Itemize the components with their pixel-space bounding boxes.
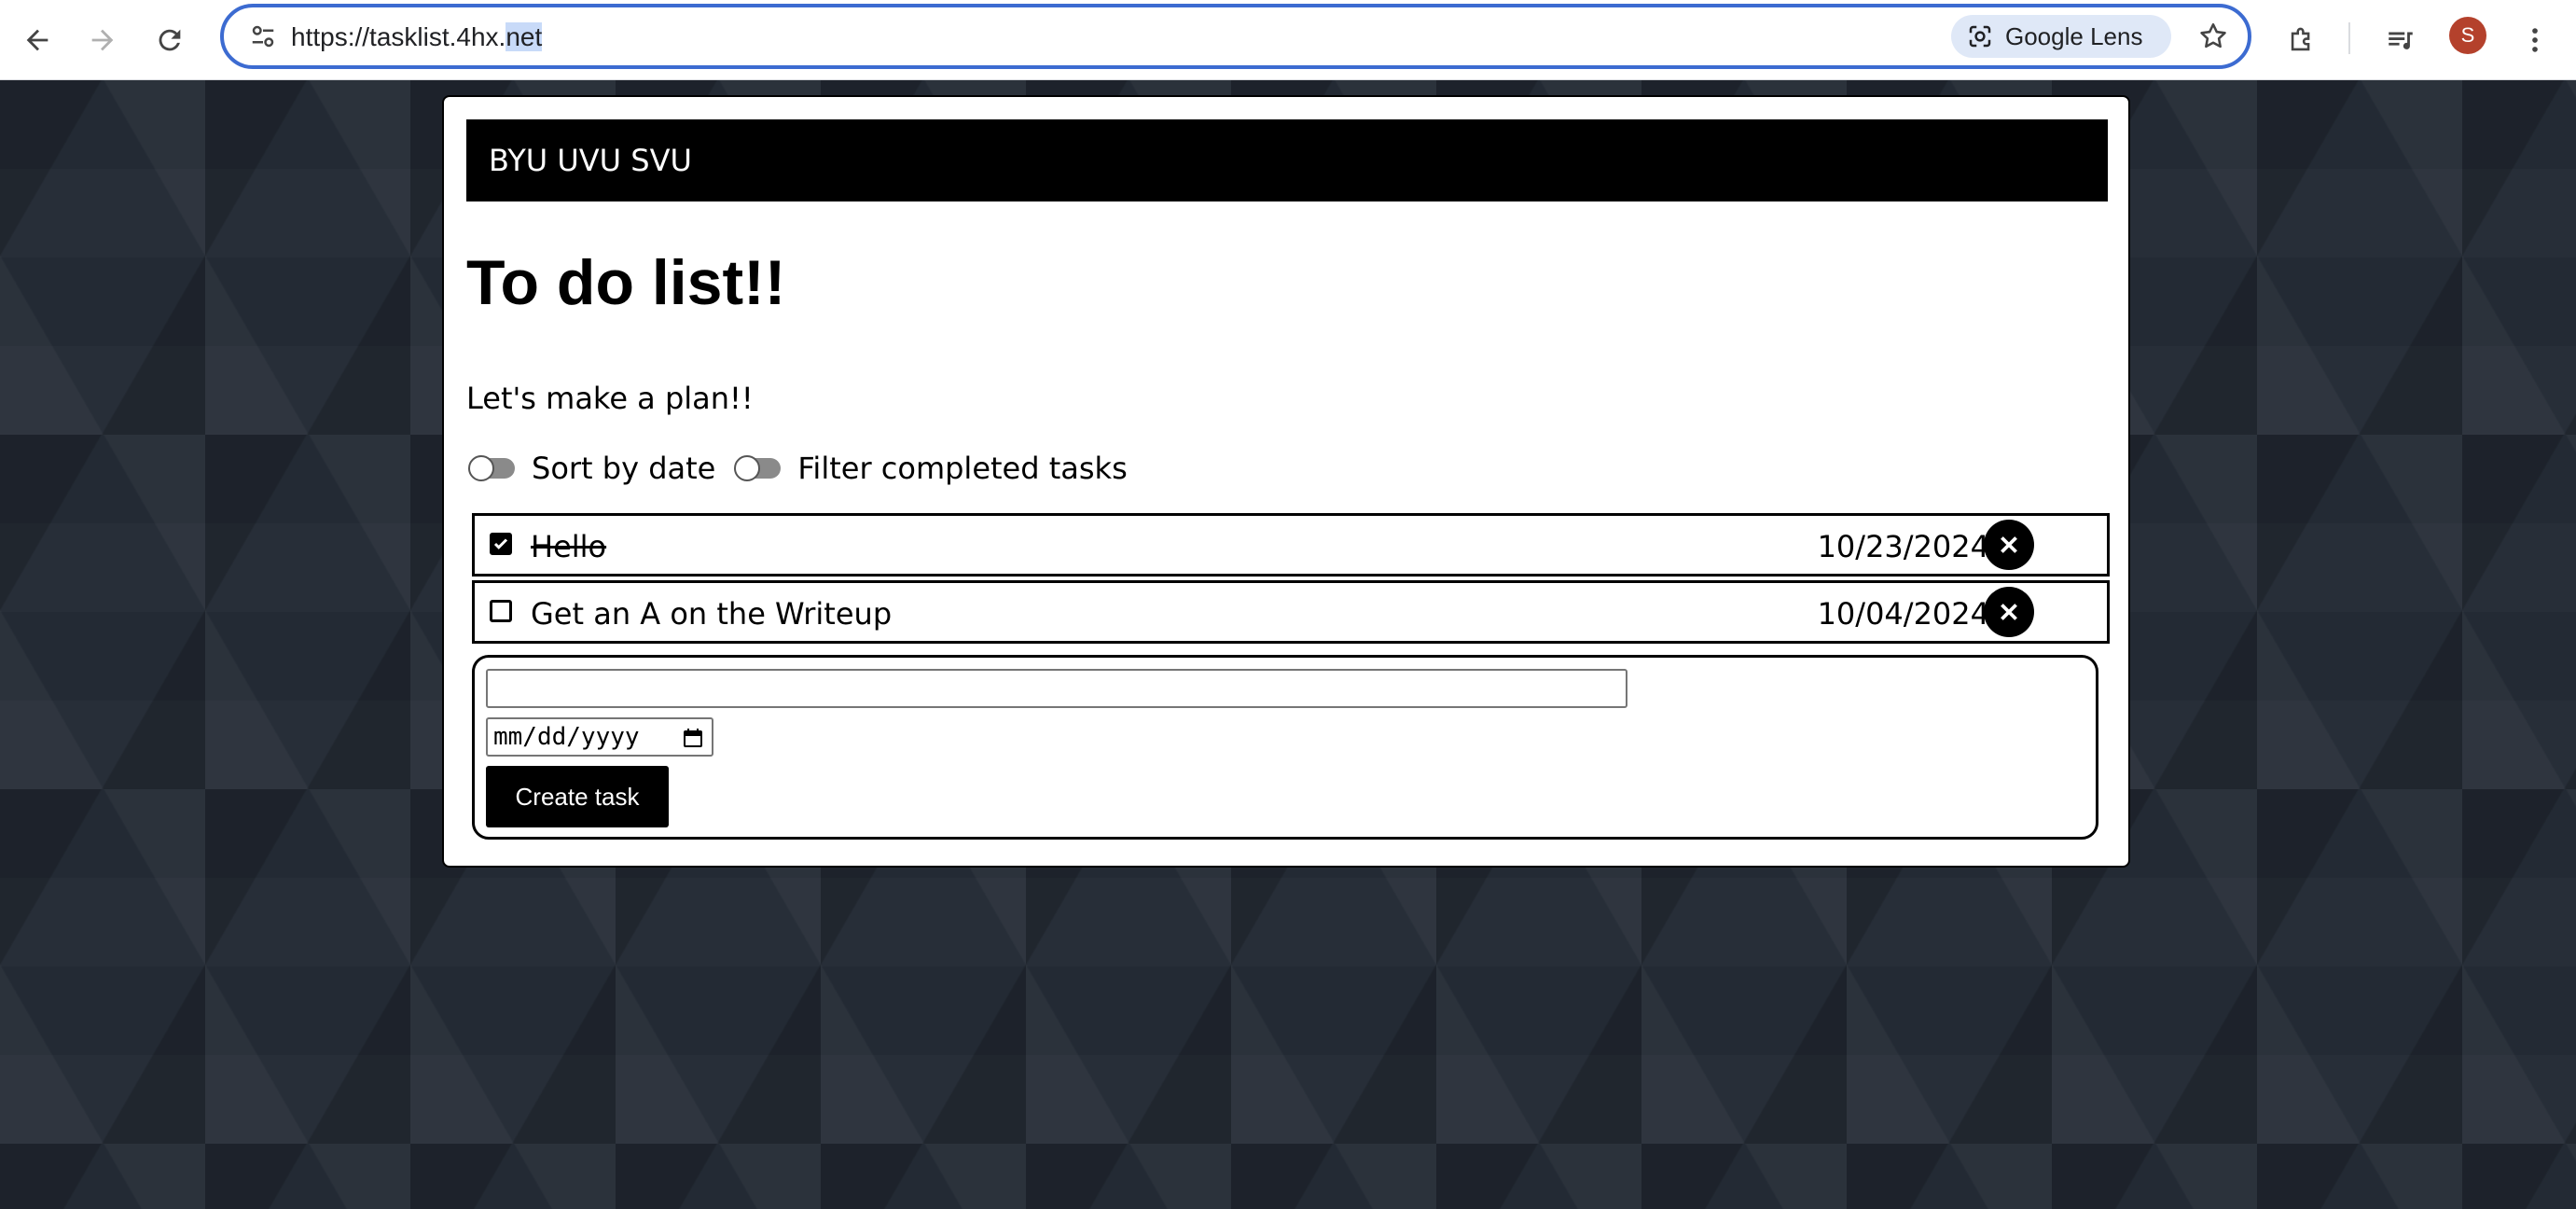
close-icon (2001, 536, 2017, 553)
task-date: 10/04/2024 (1817, 596, 1989, 632)
task-title: Hello (531, 529, 607, 564)
task-date: 10/23/2024 (1817, 529, 1989, 564)
sort-by-date-toggle[interactable] (468, 455, 515, 481)
site-info-icon (252, 25, 274, 48)
url-main: https://tasklist.4hx. (291, 22, 506, 51)
calendar-icon[interactable] (682, 727, 704, 749)
bookmark-button[interactable] (2190, 13, 2237, 60)
page-title: To do list!! (466, 247, 786, 318)
filter-completed-label: Filter completed tasks (797, 451, 1128, 486)
toolbar-divider (2348, 22, 2350, 54)
sort-by-date-label: Sort by date (532, 451, 716, 486)
task-row: Get an A on the Writeup 10/04/2024 (472, 580, 2110, 644)
app-card: BYU UVU SVU To do list!! Let's make a pl… (442, 95, 2130, 868)
task-checkbox[interactable] (490, 533, 512, 555)
google-lens-icon (1969, 25, 1991, 48)
delete-task-button[interactable] (1984, 520, 2034, 570)
extensions-button[interactable] (2276, 14, 2328, 66)
toggle-knob (734, 455, 761, 481)
more-menu-icon (2532, 28, 2538, 52)
forward-arrow-icon (91, 29, 114, 51)
close-icon (2001, 604, 2017, 620)
task-title-input[interactable] (486, 669, 1627, 708)
task-checkbox[interactable] (490, 600, 512, 622)
extensions-icon (2291, 27, 2310, 51)
date-placeholder: mm/dd/yyyy (493, 723, 640, 751)
reload-icon (159, 29, 181, 51)
reload-button[interactable] (144, 14, 196, 66)
back-button[interactable] (11, 14, 63, 66)
forward-button[interactable] (76, 14, 129, 66)
toggle-knob (468, 455, 494, 481)
page-subtitle: Let's make a plan!! (466, 381, 754, 416)
browser-toolbar: https://tasklist.4hx.net Google Lens S (0, 0, 2576, 80)
list-controls: Sort by date Filter completed tasks (466, 446, 1144, 491)
site-info-button[interactable] (244, 20, 282, 53)
url-selected: net (506, 22, 543, 51)
create-task-button[interactable]: Create task (486, 766, 669, 827)
url-text[interactable]: https://tasklist.4hx.net (291, 19, 543, 56)
delete-task-button[interactable] (1984, 587, 2034, 637)
task-row: Hello 10/23/2024 (472, 513, 2110, 577)
media-controls-icon (2389, 32, 2413, 49)
brand-header: BYU UVU SVU (466, 119, 2108, 202)
google-lens-button[interactable]: Google Lens (1951, 15, 2171, 58)
google-lens-label: Google Lens (2005, 21, 2143, 50)
address-bar[interactable]: https://tasklist.4hx.net Google Lens (220, 4, 2251, 69)
page-viewport: BYU UVU SVU To do list!! Let's make a pl… (0, 80, 2576, 1209)
filter-completed-toggle[interactable] (734, 455, 782, 481)
checkmark-icon (493, 538, 508, 549)
task-title: Get an A on the Writeup (531, 596, 893, 632)
bookmark-star-icon (2200, 22, 2226, 49)
profile-avatar[interactable]: S (2449, 17, 2486, 54)
back-arrow-icon (26, 29, 48, 51)
media-controls-button[interactable] (2375, 14, 2427, 66)
task-date-input[interactable]: mm/dd/yyyy (486, 717, 713, 757)
new-task-form: mm/dd/yyyy Create task (472, 655, 2098, 840)
more-menu-button[interactable] (2509, 14, 2561, 66)
